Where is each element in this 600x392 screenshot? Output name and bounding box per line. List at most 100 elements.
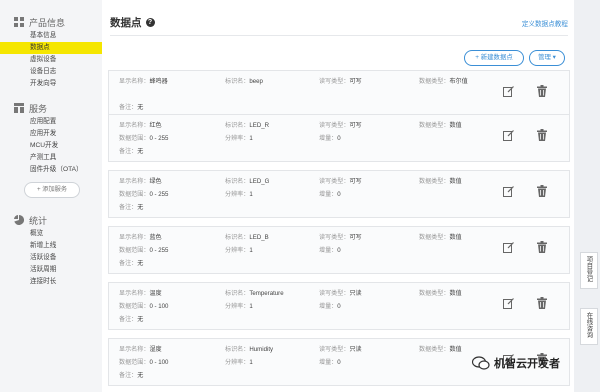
- trash-icon[interactable]: [537, 185, 547, 197]
- display-name-value: 绿色: [149, 178, 162, 185]
- nav-app-config[interactable]: 应用配置: [0, 116, 102, 128]
- edit-icon[interactable]: [503, 186, 514, 197]
- field-display-name: 显示名称：温度: [119, 288, 162, 297]
- field-data-type: 数据类型：数值: [419, 120, 462, 129]
- datapoint-tutorial-link[interactable]: 定义数据点教程: [522, 18, 568, 28]
- note-label: 备注：: [119, 104, 138, 111]
- data-range-label: 数据范围：: [119, 359, 150, 366]
- nav-app-dev[interactable]: 应用开发: [0, 128, 102, 140]
- resolution-value: 1: [249, 135, 253, 142]
- online-consult-tab[interactable]: 在线咨询: [580, 308, 598, 345]
- identifier-value: Temperature: [249, 290, 284, 297]
- resolution-label: 分辨率：: [225, 135, 250, 142]
- edit-icon[interactable]: [503, 86, 514, 97]
- field-data-range: 数据范围：0 - 255: [119, 189, 168, 198]
- sidebar: 产品信息 基本信息 数据点 虚拟设备 设备日志 开发向导 服务 应用配置 应用开…: [0, 0, 103, 392]
- nav-overview[interactable]: 概览: [0, 228, 102, 240]
- note-value: 无: [137, 260, 144, 267]
- rw-type-value: 可写: [349, 78, 362, 85]
- page-title: 数据点 ?: [110, 15, 155, 30]
- display-name-value: 温度: [149, 290, 162, 297]
- data-range-value: 0 - 255: [149, 135, 169, 142]
- identifier-label: 标识名：: [225, 122, 250, 129]
- data-type-value: 数值: [449, 346, 462, 353]
- add-service-button[interactable]: + 添加服务: [24, 182, 80, 198]
- edit-icon[interactable]: [503, 242, 514, 253]
- field-display-name: 显示名称：蜂鸣器: [119, 76, 168, 85]
- field-resolution: 分辨率：1: [225, 189, 253, 198]
- increment-label: 增量：: [319, 135, 338, 142]
- field-resolution: 分辨率：1: [225, 245, 253, 254]
- section-product-title: 产品信息: [29, 17, 66, 28]
- nav-basic-info[interactable]: 基本信息: [0, 30, 102, 42]
- identifier-label: 标识名：: [225, 346, 250, 353]
- rw-type-label: 读写类型：: [319, 346, 350, 353]
- field-display-name: 显示名称：蓝色: [119, 232, 162, 241]
- identifier-value: LED_R: [249, 122, 270, 129]
- help-icon[interactable]: ?: [145, 18, 155, 27]
- project-register-tab[interactable]: 项目登记: [580, 252, 598, 289]
- note-value: 无: [137, 204, 144, 211]
- field-increment: 增量：0: [319, 301, 341, 310]
- identifier-value: LED_G: [249, 178, 270, 185]
- datapoint-card: 显示名称：红色 标识名：LED_R 读写类型：可写 数据类型：数值 数据范围：0 - 2…: [108, 114, 570, 162]
- trash-icon[interactable]: [537, 129, 547, 141]
- trash-icon[interactable]: [537, 297, 547, 309]
- data-range-label: 数据范围：: [119, 191, 150, 198]
- data-type-label: 数据类型：: [419, 234, 450, 241]
- section-stats: 统计: [0, 212, 102, 228]
- field-rw-type: 读写类型：可写: [319, 76, 362, 85]
- data-type-label: 数据类型：: [419, 78, 450, 85]
- display-name-value: 蓝色: [149, 234, 162, 241]
- nav-mcu-dev[interactable]: MCU开发: [0, 140, 102, 152]
- nav-new-online[interactable]: 新增上线: [0, 240, 102, 252]
- field-identifier: 标识名：LED_R: [225, 120, 269, 129]
- data-range-value: 0 - 255: [149, 191, 169, 198]
- rw-type-label: 读写类型：: [319, 122, 350, 129]
- rw-type-value: 只读: [349, 346, 362, 353]
- field-increment: 增量：0: [319, 357, 341, 366]
- rw-type-label: 读写类型：: [319, 234, 350, 241]
- data-type-value: 数值: [449, 122, 462, 129]
- nav-connect-time[interactable]: 连接时长: [0, 276, 102, 288]
- display-name-label: 显示名称：: [119, 178, 150, 185]
- nav-virtual-device[interactable]: 虚拟设备: [0, 54, 102, 66]
- field-rw-type: 读写类型：可写: [319, 120, 362, 129]
- identifier-label: 标识名：: [225, 234, 250, 241]
- divider: [110, 35, 568, 36]
- field-data-range: 数据范围：0 - 100: [119, 301, 168, 310]
- nav-active-period[interactable]: 活跃周期: [0, 264, 102, 276]
- field-data-type: 数据类型：数值: [419, 232, 462, 241]
- nav-device-log[interactable]: 设备日志: [0, 66, 102, 78]
- resolution-label: 分辨率：: [225, 359, 250, 366]
- nav-active-devices[interactable]: 活跃设备: [0, 252, 102, 264]
- field-data-range: 数据范围：0 - 100: [119, 357, 168, 366]
- grid-icon: [14, 17, 24, 27]
- data-type-value: 数值: [449, 178, 462, 185]
- field-identifier: 标识名：LED_B: [225, 232, 269, 241]
- online-consult-label: 在线咨询: [585, 312, 593, 338]
- note-label: 备注：: [119, 204, 138, 211]
- field-rw-type: 读写类型：只读: [319, 288, 362, 297]
- nav-dev-guide[interactable]: 开发向导: [0, 78, 102, 90]
- datapoint-card: 显示名称：温度 标识名：Temperature 读写类型：只读 数据类型：数值 数据范围…: [108, 282, 570, 330]
- new-datapoint-button[interactable]: + 新建数据点: [464, 50, 524, 66]
- trash-icon[interactable]: [537, 85, 547, 97]
- field-increment: 增量：0: [319, 133, 341, 142]
- field-identifier: 标识名：LED_G: [225, 176, 269, 185]
- display-name-value: 蜂鸣器: [149, 78, 168, 85]
- data-range-label: 数据范围：: [119, 135, 150, 142]
- increment-value: 0: [337, 247, 341, 254]
- page-title-text: 数据点: [110, 17, 142, 29]
- resolution-value: 1: [249, 191, 253, 198]
- edit-icon[interactable]: [503, 298, 514, 309]
- nav-datapoints[interactable]: 数据点: [0, 42, 102, 54]
- watermark: 机智云开发者: [472, 355, 560, 371]
- rw-type-value: 可写: [349, 122, 362, 129]
- resolution-label: 分辨率：: [225, 303, 250, 310]
- nav-ota[interactable]: 固件升级（OTA）: [0, 164, 102, 176]
- edit-icon[interactable]: [503, 130, 514, 141]
- manage-button[interactable]: 管理 ▾: [529, 50, 565, 66]
- trash-icon[interactable]: [537, 241, 547, 253]
- nav-prod-test[interactable]: 产测工具: [0, 152, 102, 164]
